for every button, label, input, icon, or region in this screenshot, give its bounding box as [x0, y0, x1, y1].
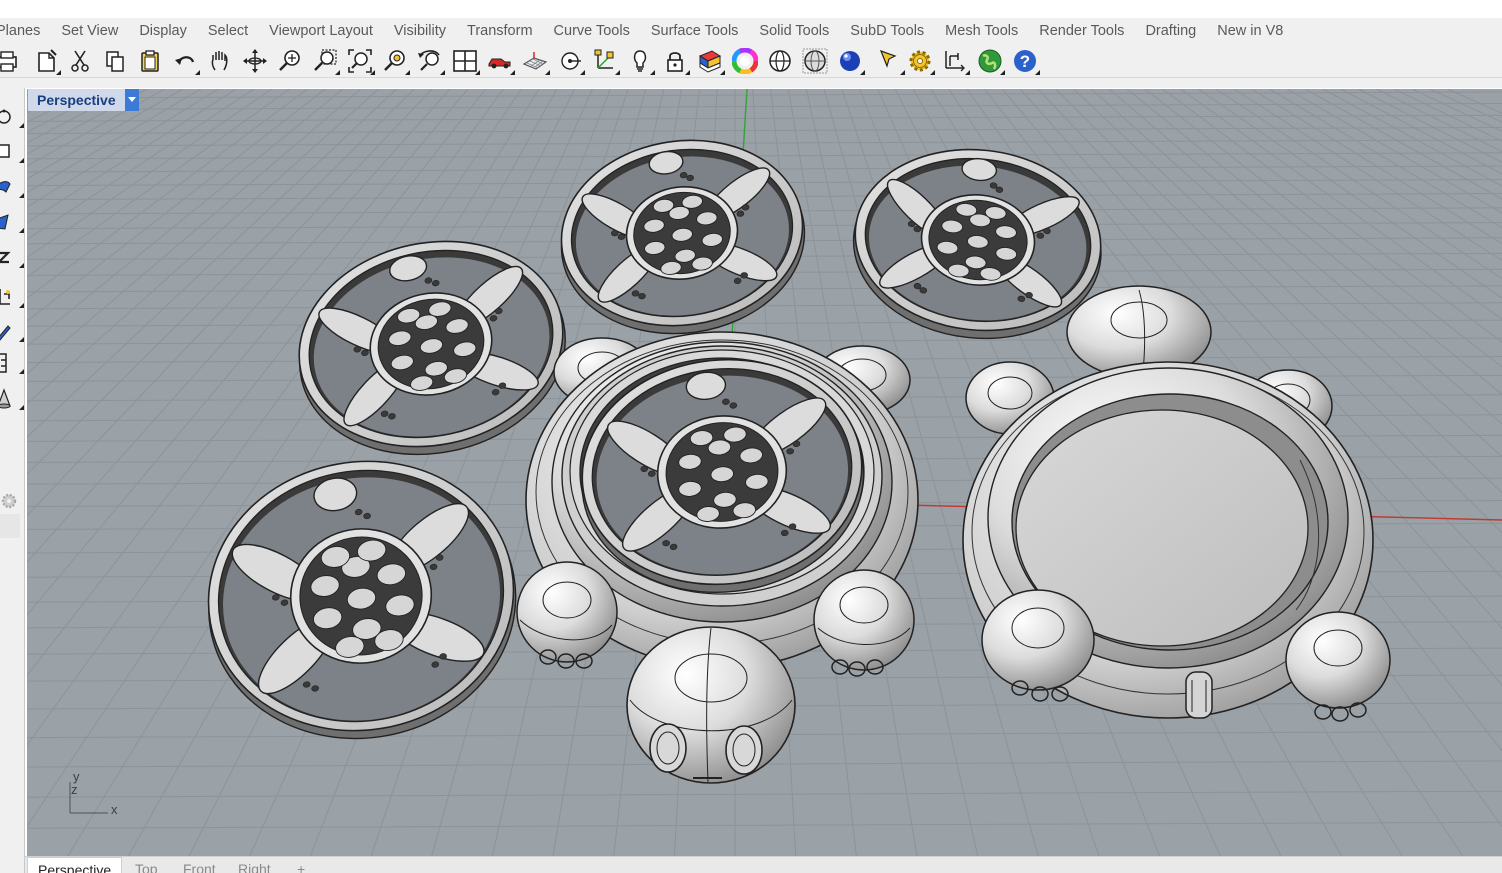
toolbar-tab-row: Planes Set View Display Select Viewport … — [0, 18, 1502, 44]
zoom-icon[interactable] — [275, 47, 305, 75]
undo-view-icon[interactable] — [415, 47, 445, 75]
collapsed-panel[interactable] — [0, 514, 20, 538]
curve-icon[interactable] — [0, 139, 24, 165]
toolbar-spacer — [0, 78, 1502, 88]
four-viewports-icon[interactable] — [450, 47, 480, 75]
turtle-coaster[interactable] — [548, 125, 816, 349]
viewport-tab-right[interactable]: Right — [238, 857, 271, 873]
array-icon[interactable] — [0, 350, 24, 376]
pencil-icon[interactable] — [0, 318, 24, 344]
cplane-icon[interactable] — [520, 47, 550, 75]
panel-gear-icon[interactable] — [0, 492, 18, 510]
layer-book-icon[interactable] — [695, 47, 725, 75]
gumball-icon[interactable] — [590, 47, 620, 75]
tab-surface-tools[interactable]: Surface Tools — [638, 18, 751, 44]
car-properties-icon[interactable] — [485, 47, 515, 75]
cut-icon[interactable] — [65, 47, 95, 75]
tab-viewport-layout[interactable]: Viewport Layout — [257, 18, 386, 44]
undo-icon[interactable] — [170, 47, 200, 75]
zoom-extents-icon[interactable] — [345, 47, 375, 75]
svg-text:?: ? — [1020, 52, 1030, 71]
wireframe-sphere-icon[interactable] — [765, 47, 795, 75]
add-viewport-tab-icon[interactable]: + — [297, 857, 305, 873]
axis-indicator: x y z — [69, 769, 118, 817]
help-icon[interactable]: ? — [1010, 47, 1040, 75]
viewport-tab-bar: Perspective Top Front Right + — [25, 856, 1502, 873]
tab-subd-tools[interactable]: SubD Tools — [838, 18, 937, 44]
tab-set-view[interactable]: Set View — [49, 18, 131, 44]
turtle-coaster[interactable] — [186, 437, 537, 762]
left-toolbar — [0, 88, 25, 873]
tab-curve-tools[interactable]: Curve Tools — [541, 18, 642, 44]
viewport-title[interactable]: Perspective — [28, 89, 139, 111]
paste-icon[interactable] — [135, 47, 165, 75]
print-icon[interactable] — [0, 47, 22, 75]
viewport-menu-chevron-down-icon[interactable] — [124, 89, 139, 111]
viewport-tab-front[interactable]: Front — [183, 857, 216, 873]
tab-display[interactable]: Display — [127, 18, 200, 44]
tab-visibility[interactable]: Visibility — [381, 18, 458, 44]
pan-hand-icon[interactable] — [205, 47, 235, 75]
light-icon[interactable] — [625, 47, 655, 75]
point-icon[interactable] — [0, 104, 24, 130]
rotate-view-icon[interactable] — [240, 47, 270, 75]
earth-icon[interactable] — [975, 47, 1005, 75]
viewport-tab-perspective[interactable]: Perspective — [27, 857, 123, 873]
surface-icon[interactable] — [0, 174, 24, 200]
title-strip — [0, 0, 1502, 18]
color-wheel-icon[interactable] — [730, 47, 760, 75]
tab-transform[interactable]: Transform — [455, 18, 546, 44]
zoom-selected-icon[interactable] — [380, 47, 410, 75]
standard-toolbar: ? — [0, 44, 1502, 78]
perspective-viewport[interactable]: x y z — [27, 89, 1502, 856]
lock-icon[interactable] — [660, 47, 690, 75]
new-document-icon[interactable] — [31, 47, 61, 75]
tab-select[interactable]: Select — [195, 18, 260, 44]
solid-icon[interactable] — [0, 209, 24, 235]
select-arrow-icon[interactable] — [875, 47, 905, 75]
model-scene[interactable]: x y z — [27, 89, 1502, 856]
viewport-tab-top[interactable]: Top — [135, 857, 158, 873]
tab-planes[interactable]: Planes — [0, 18, 53, 44]
dimension-icon[interactable] — [940, 47, 970, 75]
tab-new-in-v8[interactable]: New in V8 — [1205, 18, 1296, 44]
settings-gear-icon[interactable] — [905, 47, 935, 75]
turtle-holder-with-coasters[interactable] — [516, 331, 919, 784]
axis-z-label: z — [71, 782, 78, 797]
text-icon[interactable] — [0, 244, 24, 270]
copy-icon[interactable] — [100, 47, 130, 75]
osnap-icon[interactable] — [555, 47, 585, 75]
tab-mesh-tools[interactable]: Mesh Tools — [933, 18, 1031, 44]
tab-drafting[interactable]: Drafting — [1133, 18, 1209, 44]
zoom-window-icon[interactable] — [310, 47, 340, 75]
rendered-sphere-icon[interactable] — [835, 47, 865, 75]
axis-x-label: x — [111, 802, 118, 817]
viewport-title-label[interactable]: Perspective — [28, 89, 125, 111]
tab-solid-tools[interactable]: Solid Tools — [747, 18, 842, 44]
shaded-sphere-icon[interactable] — [800, 47, 830, 75]
tab-render-tools[interactable]: Render Tools — [1027, 18, 1137, 44]
transform-icon[interactable] — [0, 284, 24, 310]
cone-icon[interactable] — [0, 386, 24, 412]
